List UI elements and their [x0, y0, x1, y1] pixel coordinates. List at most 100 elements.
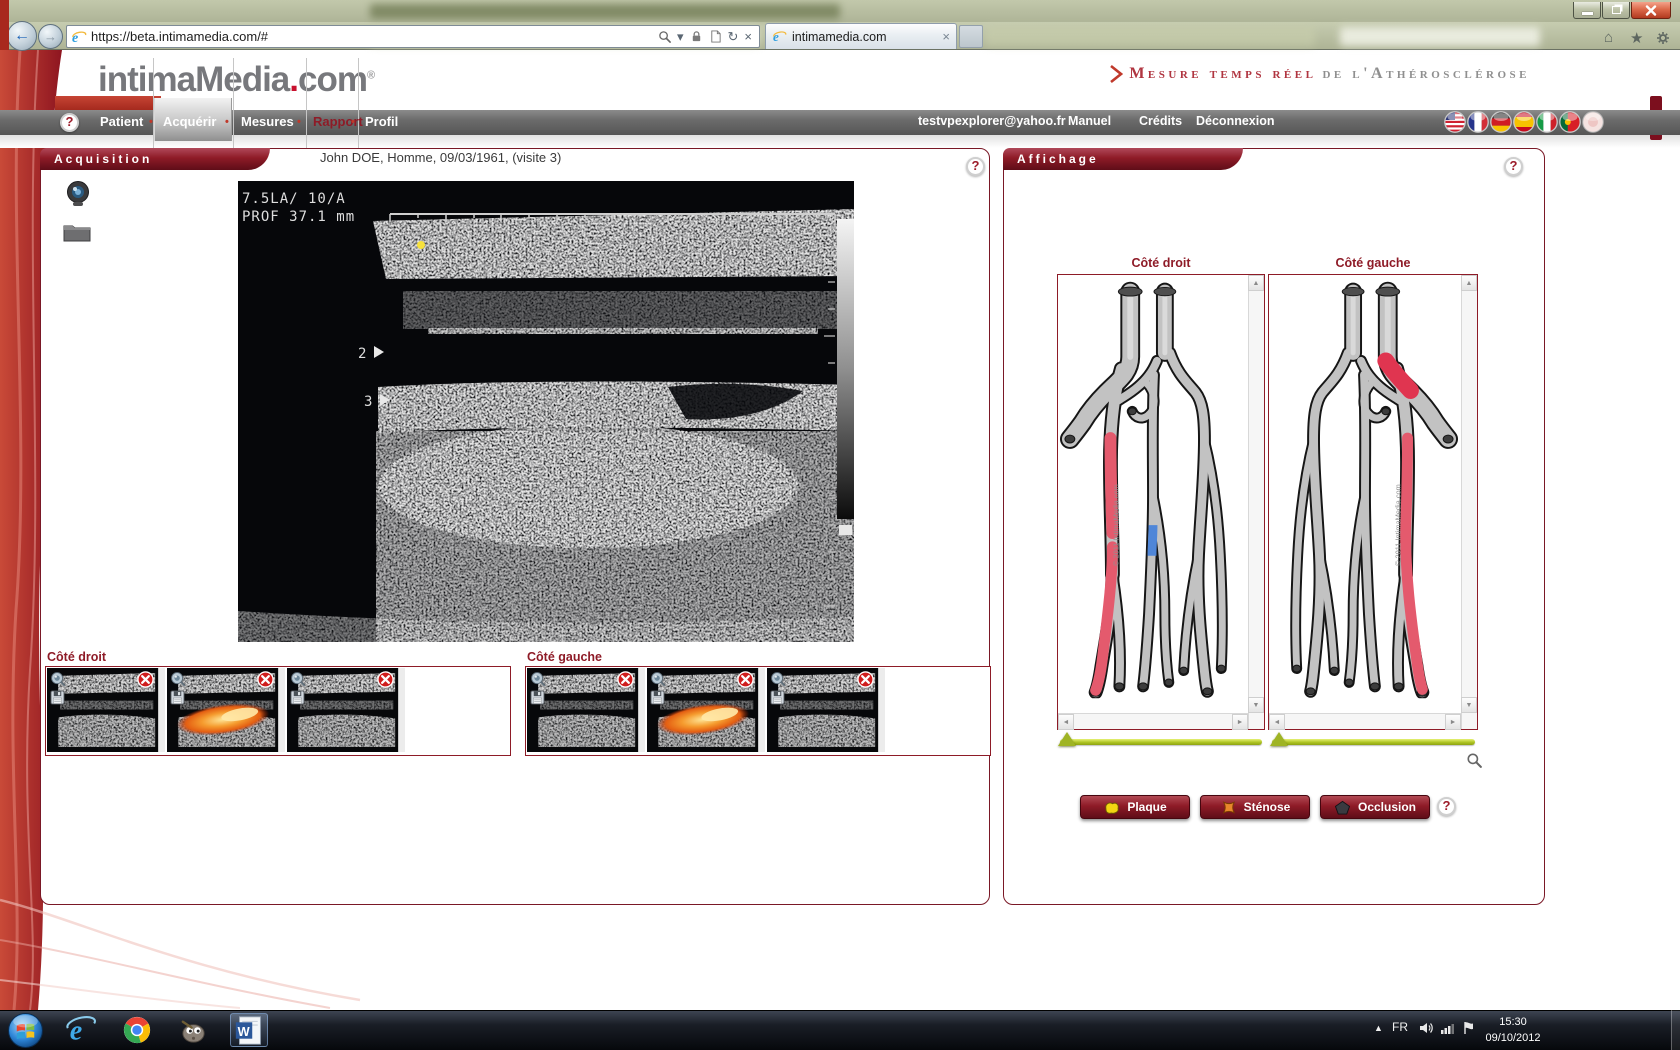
magnifier-icon[interactable] [650, 671, 666, 687]
scroll-right-button[interactable]: ► [1232, 714, 1248, 730]
thumbnail[interactable] [647, 668, 765, 752]
taskbar-chrome-icon[interactable] [120, 1013, 154, 1047]
delete-thumbnail-button[interactable] [137, 671, 154, 688]
scroll-up-button[interactable]: ▲ [1461, 275, 1477, 291]
diagram-vertical-scrollbar[interactable]: ▲ ▼ [1248, 275, 1264, 729]
save-floppy-icon[interactable] [530, 690, 545, 705]
browser-forward-button[interactable]: → [38, 24, 63, 49]
browser-back-button[interactable]: ← [7, 21, 37, 51]
flag-france-icon[interactable] [1467, 111, 1489, 133]
stop-icon[interactable]: × [744, 29, 752, 44]
delete-thumbnail-button[interactable] [857, 671, 874, 688]
artery-diagram-left[interactable]: © 2011 IntimaMedia.com ▲ ▼ ◄ ► [1268, 274, 1478, 730]
nav-item-acquerir[interactable]: Acquérir [163, 114, 216, 129]
magnifier-icon[interactable] [170, 671, 186, 687]
camera-acquire-icon[interactable] [64, 180, 92, 208]
thumbnail-scrollbar[interactable] [278, 668, 285, 752]
scroll-right-button[interactable]: ► [1445, 714, 1461, 730]
nav-item-profil[interactable]: Profil [365, 114, 398, 129]
thumbnail-scrollbar[interactable] [158, 668, 165, 752]
scroll-left-button[interactable]: ◄ [1058, 714, 1074, 730]
artery-tree-drawing[interactable]: © 2011 IntimaMedia.com [1271, 276, 1459, 700]
nav-item-mesures[interactable]: Mesures [241, 114, 294, 129]
thumbnail-scrollbar[interactable] [638, 668, 645, 752]
plaque-segment-red[interactable] [1096, 547, 1113, 690]
save-floppy-icon[interactable] [50, 690, 65, 705]
folder-open-icon[interactable] [62, 220, 92, 244]
tab-close-icon[interactable]: × [942, 29, 950, 44]
flag-italy-icon[interactable] [1536, 111, 1558, 133]
favorites-star-icon[interactable]: ★ [1630, 29, 1643, 47]
thumbnail[interactable] [167, 668, 285, 752]
artery-tree-drawing[interactable]: © 2011 IntimaMedia.com [1059, 276, 1247, 700]
ultrasound-image[interactable]: 7.5LA/ 10/A PROF 37.1 mm 2 3 [238, 181, 854, 642]
zoom-slider-right[interactable] [1060, 733, 1262, 751]
slider-track[interactable] [1060, 739, 1262, 745]
taskbar-gimp-icon[interactable] [176, 1013, 210, 1047]
refresh-icon[interactable]: ↻ [728, 29, 739, 45]
thumbnail-scrollbar[interactable] [398, 668, 405, 752]
diagram-vertical-scrollbar[interactable]: ▲ ▼ [1461, 275, 1477, 729]
magnifier-icon[interactable] [530, 671, 546, 687]
delete-thumbnail-button[interactable] [737, 671, 754, 688]
artery-diagram-right[interactable]: © 2011 IntimaMedia.com ▲ ▼ ◄ ► [1057, 274, 1265, 730]
address-bar[interactable]: ▾ ↻ × [66, 25, 760, 48]
zoom-magnifier-icon[interactable] [1466, 752, 1482, 768]
stenose-wedge-red[interactable] [1386, 361, 1411, 391]
legend-button-plaque[interactable]: Plaque [1080, 795, 1190, 819]
window-minimize-button[interactable] [1573, 2, 1601, 19]
zoom-slider-left[interactable] [1272, 733, 1475, 751]
delete-thumbnail-button[interactable] [377, 671, 394, 688]
delete-thumbnail-button[interactable] [617, 671, 634, 688]
scroll-left-button[interactable]: ◄ [1269, 714, 1285, 730]
diagram-horizontal-scrollbar[interactable]: ◄ ► [1058, 713, 1248, 729]
thumbnail[interactable] [287, 668, 405, 752]
scroll-down-button[interactable]: ▼ [1461, 697, 1477, 713]
flag-portugal-icon[interactable] [1559, 111, 1581, 133]
nav-item-patient[interactable]: Patient [100, 114, 143, 129]
window-restore-button[interactable] [1602, 2, 1630, 19]
nav-help-icon[interactable]: ? [60, 113, 79, 132]
scroll-up-button[interactable]: ▲ [1248, 275, 1264, 291]
settings-gear-icon[interactable] [1655, 30, 1671, 46]
legend-button-stenose[interactable]: Sténose [1200, 795, 1310, 819]
compatibility-view-icon[interactable] [709, 30, 722, 43]
magnifier-icon[interactable] [50, 671, 66, 687]
thumbnail[interactable] [527, 668, 645, 752]
nav-link-manuel[interactable]: Manuel [1068, 114, 1111, 128]
thumbnail-scrollbar[interactable] [878, 668, 885, 752]
legend-button-occlusion[interactable]: Occlusion [1320, 795, 1430, 819]
flag-spain-icon[interactable] [1513, 111, 1535, 133]
browser-tab[interactable]: intimamedia.com × [765, 23, 957, 49]
language-indicator[interactable]: FR [1392, 1020, 1408, 1034]
search-icon[interactable] [658, 30, 671, 43]
thumbnail[interactable] [767, 668, 885, 752]
slider-track[interactable] [1272, 739, 1475, 745]
nav-link-deconnexion[interactable]: Déconnexion [1196, 114, 1275, 128]
url-input[interactable] [91, 29, 655, 44]
flag-united-states-icon[interactable] [1444, 111, 1466, 133]
legend-help-icon[interactable]: ? [1437, 797, 1456, 816]
slider-handle[interactable] [1270, 732, 1288, 746]
taskbar-ie-icon[interactable] [64, 1013, 98, 1047]
new-tab-button[interactable] [959, 25, 983, 48]
save-floppy-icon[interactable] [170, 690, 185, 705]
search-dropdown-caret[interactable]: ▾ [677, 29, 684, 45]
acquisition-help-icon[interactable]: ? [966, 157, 985, 176]
tray-clock[interactable]: 15:30 09/10/2012 [1478, 1015, 1548, 1047]
magnifier-icon[interactable] [290, 671, 306, 687]
home-icon[interactable]: ⌂ [1604, 29, 1613, 46]
diagram-horizontal-scrollbar[interactable]: ◄ ► [1269, 713, 1461, 729]
start-button[interactable] [7, 1012, 44, 1049]
slider-handle[interactable] [1058, 732, 1076, 746]
save-floppy-icon[interactable] [770, 690, 785, 705]
flag-germany-icon[interactable] [1490, 111, 1512, 133]
window-close-button[interactable] [1631, 2, 1671, 19]
speaker-icon[interactable] [1418, 1020, 1434, 1036]
thumbnail-scrollbar[interactable] [758, 668, 765, 752]
tray-expand-icon[interactable]: ▲ [1374, 1023, 1383, 1033]
action-center-flag-icon[interactable] [1461, 1020, 1477, 1036]
magnifier-icon[interactable] [770, 671, 786, 687]
site-logo[interactable]: intimaMedia.com® [98, 60, 374, 100]
show-desktop-button[interactable] [1671, 1010, 1680, 1050]
